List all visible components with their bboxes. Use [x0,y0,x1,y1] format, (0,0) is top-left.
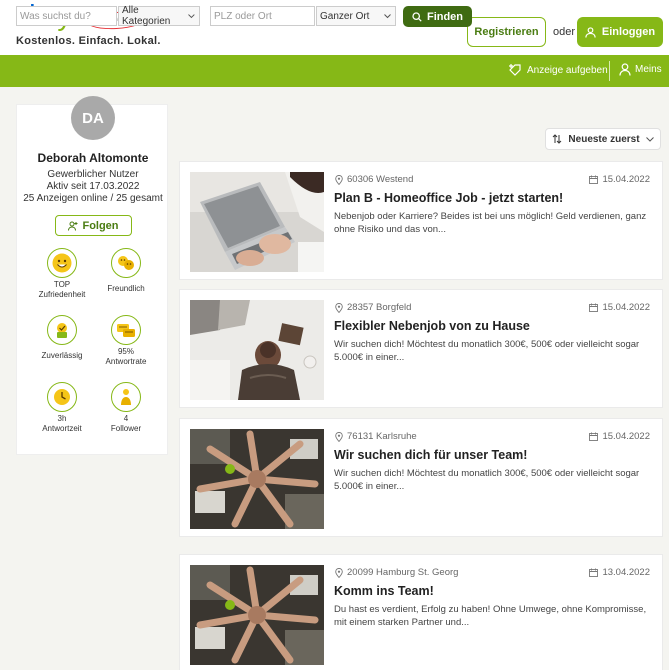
find-label: Finden [426,10,464,23]
user-icon [619,63,631,76]
calendar-icon [589,175,599,184]
login-button[interactable]: Einloggen [577,17,663,47]
ad-listing[interactable]: 60306 Westend 15.04.2022 Plan B - Homeof… [179,161,663,280]
ads-count: 25 Anzeigen online / 25 gesamt [23,193,163,204]
friendly-icon [111,248,141,278]
search-input[interactable]: Was suchst du? [16,6,117,26]
ad-title[interactable]: Flexibler Nebenjob von zu Hause [334,319,530,333]
badge-followers: 4 Follower [91,382,161,434]
clock-icon [47,382,77,412]
location-pin-icon [335,302,343,313]
ad-image-laptop[interactable] [190,172,324,272]
reply-rate-icon [111,315,141,345]
ad-description: Wir suchen dich! Möchtest du monatlich 3… [334,339,640,363]
badge-top-satisfaction: TOP Zufriedenheit [27,248,97,300]
seller-name[interactable]: Deborah Altomonte [17,151,169,165]
sort-icon [553,134,562,144]
ad-image-team-hands[interactable] [190,565,324,665]
radius-value: Ganzer Ort [320,10,370,22]
badge-label: 95% Antwortrate [105,347,147,366]
ad-listing[interactable]: 20099 Hamburg St. Georg 13.04.2022 Komm … [179,554,663,670]
ad-location-text: 76131 Karlsruhe [347,431,417,442]
avatar: DA [71,96,115,140]
calendar-icon [589,303,599,312]
badge-friendly: Freundlich [91,248,161,294]
active-since: Aktiv seit 17.03.2022 [46,181,140,192]
badge-reliable: Zuverlässig [27,315,97,361]
category-value: Alle Kategorien [122,5,171,27]
or-label: oder [553,26,576,38]
sort-dropdown[interactable]: Neueste zuerst [545,128,661,150]
ad-date-text: 15.04.2022 [602,174,650,185]
sort-label: Neueste zuerst [568,133,640,145]
badge-label: 4 Follower [110,414,142,433]
reliable-icon [47,315,77,345]
calendar-icon [589,432,599,441]
ad-location-text: 20099 Hamburg St. Georg [347,567,459,578]
ad-date-text: 15.04.2022 [602,302,650,313]
badge-reply-rate: 95% Antwortrate [91,315,161,367]
category-select[interactable]: Alle Kategorien [118,5,200,27]
follow-label: Folgen [82,219,119,232]
post-ad-label: Anzeige aufgeben [527,64,608,76]
badge-label: 3h Antwortzeit [42,414,82,433]
follow-button[interactable]: Folgen [55,215,132,236]
ad-date: 13.04.2022 [589,567,650,578]
ad-date: 15.04.2022 [589,431,650,442]
calendar-icon [589,568,599,577]
badge-label: Freundlich [107,284,145,293]
location-pin-icon [335,567,343,578]
ad-location: 76131 Karlsruhe [335,431,417,442]
badge-reply-time: 3h Antwortzeit [27,382,97,434]
radius-select[interactable]: Ganzer Ort [316,6,396,26]
ad-listing[interactable]: 28357 Borgfeld 15.04.2022 Flexibler Nebe… [179,289,663,408]
ad-date-text: 13.04.2022 [602,567,650,578]
mine-link[interactable]: Meins [619,63,662,76]
mine-label: Meins [635,64,662,75]
ad-title[interactable]: Komm ins Team! [334,584,434,598]
follower-icon [111,382,141,412]
ad-title[interactable]: Wir suchen dich für unser Team! [334,448,527,462]
location-pin-icon [335,431,343,442]
location-pin-icon [335,174,343,185]
chevron-down-icon [384,13,391,18]
location-input[interactable]: PLZ oder Ort [210,6,315,26]
ad-date: 15.04.2022 [589,302,650,313]
follow-user-icon [68,221,78,231]
login-label: Einloggen [601,26,656,38]
register-button[interactable]: Registrieren [467,17,546,47]
ad-description: Wir suchen dich! Möchtest du monatlich 3… [334,468,640,492]
post-ad-link[interactable]: Anzeige aufgeben [508,63,608,77]
ad-description: Nebenjob oder Karriere? Beides ist bei u… [334,211,647,235]
ad-image-woman-reading[interactable] [190,300,324,400]
tag-plus-icon [509,64,521,76]
find-button[interactable]: Finden [403,6,472,27]
ad-date: 15.04.2022 [589,174,650,185]
nav-divider [609,61,610,81]
ad-location: 28357 Borgfeld [335,302,411,313]
ad-location: 20099 Hamburg St. Georg [335,567,458,578]
search-icon [412,11,422,22]
ad-listing[interactable]: 76131 Karlsruhe 15.04.2022 Wir suchen di… [179,418,663,537]
badge-label: TOP Zufriedenheit [38,280,86,299]
ad-location-text: 60306 Westend [347,174,414,185]
ad-location: 60306 Westend [335,174,413,185]
ad-image-team-hands[interactable] [190,429,324,529]
tagline: Kostenlos. Einfach. Lokal. [16,35,161,47]
user-icon [585,26,596,38]
ad-description: Du hast es verdient, Erfolg zu haben! Oh… [334,604,647,628]
ad-date-text: 15.04.2022 [602,431,650,442]
ad-location-text: 28357 Borgfeld [347,302,412,313]
chevron-down-icon [645,136,654,142]
user-type: Gewerblicher Nutzer [47,169,139,180]
chevron-down-icon [188,13,195,18]
seller-profile-card: DA Deborah Altomonte Gewerblicher Nutzer… [16,96,169,455]
badge-label: Zuverlässig [41,351,83,360]
smiley-icon [47,248,77,278]
ad-title[interactable]: Plan B - Homeoffice Job - jetzt starten! [334,191,563,205]
